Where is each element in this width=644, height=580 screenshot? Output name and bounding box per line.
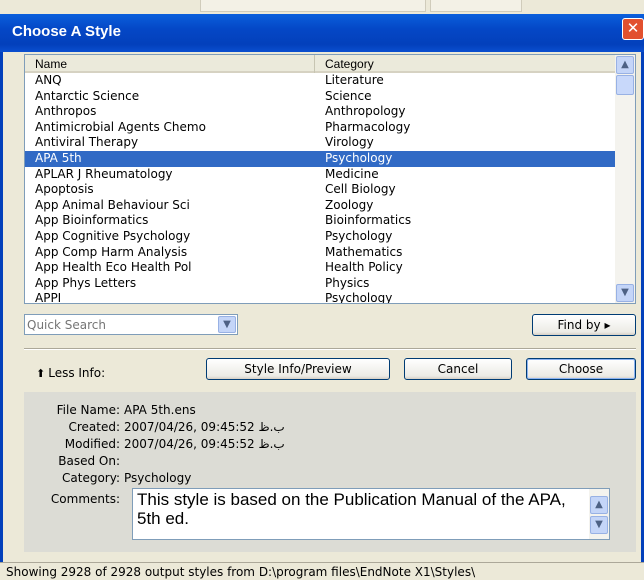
category-value: Psychology xyxy=(124,471,192,485)
style-name-cell: ANQ xyxy=(35,73,62,87)
list-row[interactable]: App Cognitive Psychology Psychology xyxy=(25,229,615,245)
style-category-cell: Science xyxy=(325,88,372,103)
style-category-cell: Mathematics xyxy=(325,244,403,259)
style-list[interactable]: Name Category ANQ Literature Antarctic Sci… xyxy=(24,54,636,304)
background-tab xyxy=(430,0,522,12)
style-category-cell: Bioinformatics xyxy=(325,213,412,228)
scroll-thumb[interactable] xyxy=(616,75,634,95)
close-button[interactable]: ✕ xyxy=(622,18,644,40)
style-name-cell: Antarctic Science xyxy=(35,88,140,103)
background-tab xyxy=(200,0,426,12)
style-name-cell: App Phys Letters xyxy=(35,275,137,290)
column-header-category[interactable]: Category xyxy=(315,55,615,73)
list-row[interactable]: Antarctic Science Science xyxy=(25,89,615,105)
scroll-down-button[interactable]: ▼ xyxy=(616,284,634,302)
less-info-toggle[interactable]: ⬆ Less Info: xyxy=(36,366,105,380)
list-rows: ANQ Literature Antarctic Science Science Ant… xyxy=(25,73,615,303)
style-category-cell: Psychology xyxy=(325,291,393,303)
style-category-cell: Physics xyxy=(325,275,370,290)
modified-value: 2007/04/26, 09:45:52 ب.ظ xyxy=(124,437,285,451)
style-category-cell: Psychology xyxy=(325,228,393,243)
list-row[interactable]: Apoptosis Cell Biology xyxy=(25,182,615,198)
list-row[interactable]: App Comp Harm Analysis Mathematics xyxy=(25,245,615,261)
file-name-label: File Name: xyxy=(56,403,120,417)
created-value: 2007/04/26, 09:45:52 ب.ظ xyxy=(124,420,285,434)
list-row[interactable]: APA 5th Psychology xyxy=(25,150,615,167)
list-row[interactable]: App Phys Letters Physics xyxy=(25,276,615,292)
cancel-button[interactable]: Cancel xyxy=(404,358,512,380)
list-row[interactable]: Anthropos Anthropology xyxy=(25,104,615,120)
style-category-cell: Zoology xyxy=(325,197,374,212)
comments-text: This style is based on the Publication M… xyxy=(137,490,566,528)
style-category-cell: Literature xyxy=(325,73,384,87)
status-text: Showing 2928 of 2928 output styles from … xyxy=(6,565,476,579)
less-info-label: Less Info: xyxy=(48,366,106,380)
collapse-arrow-icon: ⬆ xyxy=(36,367,46,380)
style-name-cell: Antimicrobial Agents Chemo xyxy=(35,119,206,134)
chevron-down-icon: ▼ xyxy=(223,319,231,330)
style-name-cell: App Cognitive Psychology xyxy=(35,228,191,243)
file-name-value: APA 5th.ens xyxy=(124,403,196,417)
style-category-cell: Virology xyxy=(325,135,374,150)
style-name-cell: APPI xyxy=(35,291,62,303)
style-category-cell: Pharmacology xyxy=(325,119,411,134)
close-icon: ✕ xyxy=(626,19,640,37)
quick-search-input[interactable] xyxy=(27,316,215,333)
chevron-down-icon: ▼ xyxy=(595,519,603,530)
comments-box[interactable]: This style is based on the Publication M… xyxy=(132,488,610,540)
scroll-up-button[interactable]: ▲ xyxy=(616,56,634,74)
comments-label: Comments: xyxy=(50,492,120,506)
chevron-down-icon: ▼ xyxy=(621,287,629,298)
list-row[interactable]: App Bioinformatics Bioinformatics xyxy=(25,213,615,229)
style-name-cell: Apoptosis xyxy=(35,182,94,197)
style-name-cell: App Comp Harm Analysis xyxy=(35,244,188,259)
background-window-strip xyxy=(0,0,644,14)
title-bar[interactable]: Choose A Style xyxy=(0,14,644,52)
window-title: Choose A Style xyxy=(12,23,121,40)
style-category-cell: Medicine xyxy=(325,166,379,181)
style-category-cell: Cell Biology xyxy=(325,182,396,197)
list-row[interactable]: App Animal Behaviour Sci Zoology xyxy=(25,198,615,214)
quick-search-dropdown-button[interactable]: ▼ xyxy=(218,316,236,333)
chevron-up-icon: ▲ xyxy=(595,499,603,510)
separator xyxy=(24,348,636,350)
list-row[interactable]: Antimicrobial Agents Chemo Pharmacology xyxy=(25,120,615,136)
category-label: Category: xyxy=(62,471,120,485)
style-category-cell: Health Policy xyxy=(325,260,403,275)
style-name-cell: APLAR J Rheumatology xyxy=(35,166,173,181)
modified-label: Modified: xyxy=(64,437,120,451)
comments-scroll-down-button[interactable]: ▼ xyxy=(590,516,608,534)
style-name-cell: Anthropos xyxy=(35,104,97,119)
based-on-label: Based On: xyxy=(58,454,120,468)
list-scrollbar[interactable]: ▲ ▼ xyxy=(615,55,635,303)
list-header: Name Category xyxy=(25,55,615,73)
list-row[interactable]: App Health Eco Health Pol Health Policy xyxy=(25,260,615,276)
style-name-cell: App Health Eco Health Pol xyxy=(35,260,192,275)
comments-scrollbar[interactable]: ▲ ▼ xyxy=(589,489,609,539)
style-name-cell: App Animal Behaviour Sci xyxy=(35,197,190,212)
choose-button[interactable]: Choose xyxy=(526,358,636,380)
list-row[interactable]: ANQ Literature xyxy=(25,73,615,89)
find-by-button[interactable]: Find by ▸ xyxy=(532,314,636,336)
created-label: Created: xyxy=(68,420,120,434)
style-name-cell: APA 5th xyxy=(35,150,82,165)
list-row[interactable]: APLAR J Rheumatology Medicine xyxy=(25,167,615,183)
style-info-preview-button[interactable]: Style Info/Preview xyxy=(206,358,390,380)
chevron-up-icon: ▲ xyxy=(621,59,629,70)
list-row[interactable]: Antiviral Therapy Virology xyxy=(25,135,615,151)
style-category-cell: Psychology xyxy=(325,150,393,165)
style-name-cell: Antiviral Therapy xyxy=(35,135,139,150)
style-category-cell: Anthropology xyxy=(325,104,406,119)
status-bar: Showing 2928 of 2928 output styles from … xyxy=(0,562,644,580)
column-header-name[interactable]: Name xyxy=(25,55,315,73)
quick-search-combo[interactable]: ▼ xyxy=(24,314,238,335)
comments-scroll-up-button[interactable]: ▲ xyxy=(590,496,608,514)
style-name-cell: App Bioinformatics xyxy=(35,213,149,228)
list-row[interactable]: APPI Psychology xyxy=(25,291,615,303)
